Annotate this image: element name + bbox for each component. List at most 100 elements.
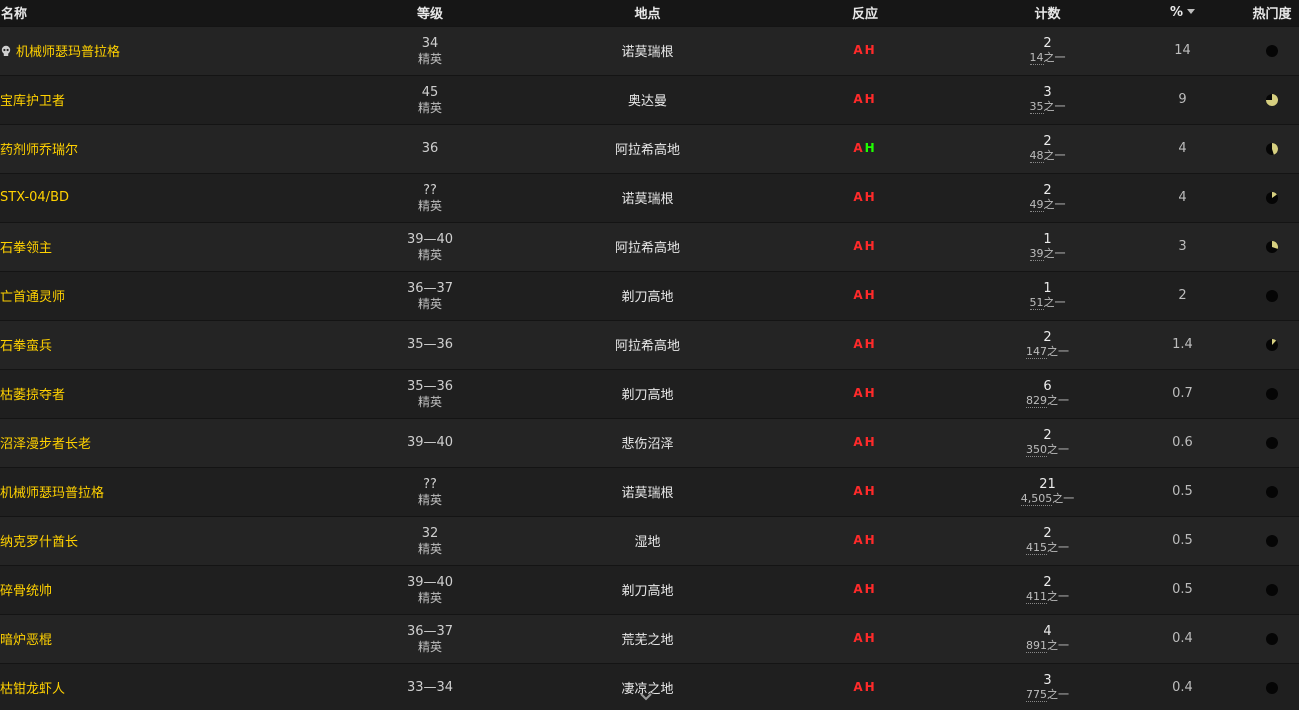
count-total-suffix: 之一 [1043, 149, 1066, 162]
npc-name-link[interactable]: 石拳领主 [0, 241, 52, 256]
location-cell: 剃刀高地 [540, 271, 755, 320]
react-cell: AH [755, 663, 975, 710]
table-row[interactable]: 亡首通灵师 36—37 精英 剃刀高地 AH 1 51之一 2 [0, 271, 1299, 320]
table-row[interactable]: 暗炉恶棍 36—37 精英 荒芜之地 AH 4 891之一 0.4 [0, 614, 1299, 663]
level-cell: 36—37 精英 [320, 271, 540, 320]
percent-cell: 0.6 [1120, 418, 1245, 467]
location-link[interactable]: 剃刀高地 [621, 290, 673, 305]
location-link[interactable]: 奥达曼 [628, 94, 667, 109]
npc-name-link[interactable]: 枯萎掠夺者 [0, 388, 65, 403]
elite-label: 精英 [417, 639, 442, 654]
table-row[interactable]: 机械师瑟玛普拉格?? 精英 诺莫瑞根 AH 21 4,505之一 0.5 [0, 467, 1299, 516]
react-alliance: A [853, 141, 865, 155]
table-row[interactable]: 沼泽漫步者长老 39—40 悲伤沼泽 AH 2 350之一 0.6 [0, 418, 1299, 467]
npc-name-link[interactable]: 药剂师乔瑞尔 [0, 143, 78, 158]
npc-name-link[interactable]: 枯钳龙虾人 [0, 682, 65, 697]
location-link[interactable]: 剃刀高地 [621, 388, 673, 403]
count-value: 1 [1043, 281, 1052, 296]
table-row[interactable]: STX-04/BD?? 精英 诺莫瑞根 AH 2 49之一 4 [0, 173, 1299, 222]
count-value: 3 [1043, 673, 1052, 689]
header-count[interactable]: 计数 [975, 0, 1120, 26]
table-row[interactable]: 石拳蛮兵 35—36 阿拉希高地 AH 2 147之一 1.4 [0, 320, 1299, 369]
location-link[interactable]: 荒芜之地 [621, 633, 673, 648]
react-alliance: A [853, 582, 865, 596]
npc-name-link[interactable]: 亡首通灵师 [0, 290, 65, 305]
count-total-suffix: 之一 [1047, 688, 1069, 702]
count-total-suffix: 之一 [1043, 51, 1066, 64]
npc-name-link[interactable]: STX-04/BD [0, 190, 69, 205]
npc-name-link[interactable]: 沼泽漫步者长老 [0, 437, 91, 452]
table-row[interactable]: 碎骨统帅 39—40 精英 剃刀高地 AH 2 411之一 0.5 [0, 565, 1299, 614]
table-row[interactable]: 纳克罗什酋长 32 精英 湿地 AH 2 415之一 0.5 [0, 516, 1299, 565]
react-alliance: A [853, 239, 865, 253]
location-cell: 诺莫瑞根 [540, 467, 755, 516]
count-cell: 2 415之一 [975, 516, 1120, 565]
header-location[interactable]: 地点 [540, 0, 755, 26]
npc-name-link[interactable]: 纳克罗什酋长 [0, 535, 78, 550]
react-horde: H [864, 435, 877, 449]
header-popularity[interactable]: 热门度 [1245, 0, 1299, 26]
npc-name-link[interactable]: 机械师瑟玛普拉格 [0, 486, 104, 501]
level-value: 32 [421, 525, 439, 541]
popularity-pie-icon [1266, 632, 1278, 645]
react-horde: H [864, 484, 877, 498]
count-total-suffix: 之一 [1052, 492, 1075, 505]
location-link[interactable]: 剃刀高地 [621, 584, 673, 599]
count-total-suffix: 之一 [1043, 296, 1066, 309]
location-link[interactable]: 阿拉希高地 [615, 241, 680, 256]
location-cell: 阿拉希高地 [540, 124, 755, 173]
count-cell: 2 48之一 [975, 124, 1120, 173]
location-link[interactable]: 诺莫瑞根 [621, 192, 673, 207]
count-value: 1 [1043, 232, 1052, 247]
react-horde: H [864, 190, 877, 204]
count-cell: 2 411之一 [975, 565, 1120, 614]
location-link[interactable]: 悲伤沼泽 [621, 437, 673, 452]
count-total-number: 48 [1029, 149, 1044, 163]
chevron-down-icon[interactable] [639, 692, 653, 702]
percent-value: 4 [1178, 141, 1187, 156]
header-react[interactable]: 反应 [755, 0, 975, 26]
level-value: ?? [423, 182, 437, 198]
header-percent[interactable]: % [1120, 0, 1245, 26]
level-value: 35—36 [406, 336, 454, 352]
percent-cell: 4 [1120, 173, 1245, 222]
table-row[interactable]: 机械师瑟玛普拉格 34 精英 诺莫瑞根 AH 2 14之一 14 [0, 26, 1299, 75]
location-link[interactable]: 诺莫瑞根 [621, 45, 673, 60]
popularity-pie-icon [1266, 289, 1278, 302]
table-row[interactable]: 药剂师乔瑞尔 36 阿拉希高地 AH 2 48之一 4 [0, 124, 1299, 173]
react-horde: H [864, 386, 877, 400]
name-cell: 亡首通灵师 [0, 271, 320, 320]
npc-name-link[interactable]: 碎骨统帅 [0, 584, 52, 599]
table-row[interactable]: 枯钳龙虾人 33—34 凄凉之地 AH 3 775之一 0.4 [0, 663, 1299, 710]
table-row[interactable]: 枯萎掠夺者 35—36 精英 剃刀高地 AH 6 829之一 0.7 [0, 369, 1299, 418]
count-total: 49之一 [975, 198, 1120, 212]
react-cell: AH [755, 369, 975, 418]
react-alliance: A [853, 631, 865, 645]
npc-name-link[interactable]: 宝库护卫者 [0, 94, 65, 109]
npc-name-link[interactable]: 机械师瑟玛普拉格 [16, 45, 120, 60]
react-horde: H [864, 631, 877, 645]
count-total: 39之一 [975, 247, 1120, 261]
name-cell: 机械师瑟玛普拉格 [0, 26, 320, 75]
count-total-suffix: 之一 [1047, 639, 1069, 652]
popularity-pie-icon [1266, 387, 1278, 400]
react-cell: AH [755, 565, 975, 614]
level-value: 33—34 [406, 679, 454, 695]
percent-value: 0.5 [1172, 484, 1193, 499]
location-link[interactable]: 阿拉希高地 [615, 339, 680, 354]
count-value: 2 [1043, 428, 1052, 443]
location-link[interactable]: 阿拉希高地 [615, 143, 680, 158]
count-total: 775之一 [975, 688, 1120, 703]
table-row[interactable]: 宝库护卫者 45 精英 奥达曼 AH 3 35之一 9 [0, 75, 1299, 124]
header-level[interactable]: 等级 [320, 0, 540, 26]
table-row[interactable]: 石拳领主 39—40 精英 阿拉希高地 AH 1 39之一 3 [0, 222, 1299, 271]
location-link[interactable]: 诺莫瑞根 [621, 486, 673, 501]
location-link[interactable]: 湿地 [634, 535, 660, 550]
percent-value: 14 [1174, 43, 1191, 58]
percent-cell: 0.5 [1120, 565, 1245, 614]
npc-name-link[interactable]: 石拳蛮兵 [0, 339, 52, 354]
elite-label: 精英 [417, 394, 442, 409]
header-name[interactable]: 名称 [0, 0, 320, 26]
level-value: ?? [423, 476, 437, 492]
npc-name-link[interactable]: 暗炉恶棍 [0, 633, 52, 648]
